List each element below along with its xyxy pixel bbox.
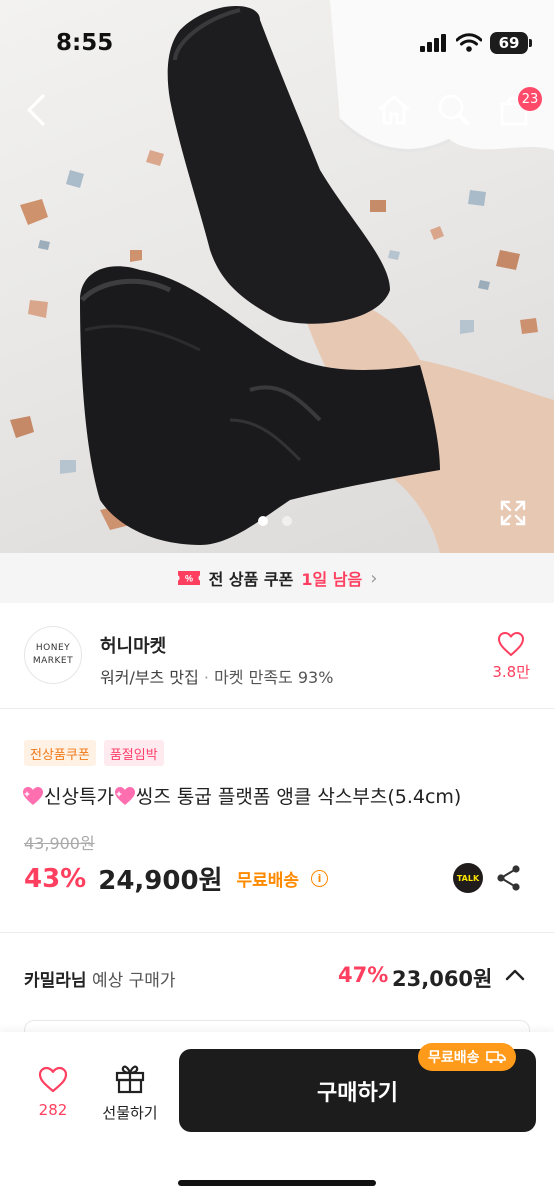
product-badges: 전상품쿠폰 품절임박: [24, 740, 164, 766]
home-indicator: [178, 1180, 376, 1186]
shop-info-row[interactable]: HONEY MARKET 허니마켓 워커/부츠 맛집 · 마켓 만족도 93% …: [0, 603, 554, 709]
info-icon[interactable]: i: [311, 870, 329, 887]
shop-satisfaction: 마켓 만족도 93%: [214, 668, 334, 687]
cart-count-badge: 23: [518, 87, 542, 111]
shop-category: 워커/부츠 맛집: [100, 668, 199, 687]
product-photo: [10, 0, 554, 553]
expected-discount: 47%: [338, 963, 389, 987]
shop-description: 워커/부츠 맛집 · 마켓 만족도 93%: [100, 664, 333, 688]
gift-button[interactable]: 선물하기: [96, 1064, 164, 1123]
coupon-remaining: 1일 남음: [301, 570, 363, 589]
shop-logo-line2: MARKET: [32, 656, 74, 666]
discount-rate: 43%: [24, 863, 87, 894]
battery-indicator: 69: [490, 32, 532, 54]
badge-low-stock: 품절임박: [103, 740, 164, 766]
product-title-part1: 신상특가: [44, 786, 114, 808]
pagination-dot: [282, 516, 292, 526]
favorite-shop-button[interactable]: 3.8만: [492, 631, 530, 682]
badge-coupon: 전상품쿠폰: [24, 740, 96, 766]
share-button[interactable]: [496, 864, 522, 896]
status-icons: 69: [420, 32, 532, 54]
product-title: 신상특가 씽즈 통굽 플랫폼 앵클 삭스부츠(5.4cm): [22, 782, 461, 809]
price-row: 43% 24,900원 무료배송 i: [24, 860, 329, 897]
gift-label: 선물하기: [102, 1104, 158, 1122]
ship-tag-label: 무료배송: [428, 1050, 480, 1066]
product-title-part2: 씽즈 통굽 플랫폼 앵클 삭스부츠(5.4cm): [135, 786, 462, 808]
home-icon: [378, 95, 410, 125]
search-button[interactable]: [434, 90, 474, 130]
coupon-text: 전 상품 쿠폰: [208, 570, 294, 589]
heart-outline-icon: [498, 632, 525, 656]
shop-logo-line1: HONEY: [35, 643, 71, 653]
signal-icon: [420, 34, 446, 52]
sale-price: 24,900원: [98, 866, 223, 896]
gallery-pagination: [258, 516, 292, 526]
product-image-gallery[interactable]: 8:55 69 23: [0, 0, 554, 553]
chevron-up-icon: [505, 969, 525, 981]
user-name: 카밀라님: [24, 971, 87, 991]
share-icon: [497, 865, 520, 891]
wifi-icon: [456, 33, 482, 52]
bottom-action-bar: 282 선물하기 구매하기 무료배송: [0, 1032, 554, 1200]
coupon-icon: %: [177, 571, 200, 585]
expand-icon: [500, 500, 526, 526]
chevron-left-icon: [27, 94, 45, 126]
expected-label-text: 예상 구매가: [91, 971, 176, 991]
back-button[interactable]: [18, 90, 54, 130]
search-icon: [438, 94, 470, 126]
fullscreen-button[interactable]: [496, 496, 530, 530]
svg-text:%: %: [185, 574, 193, 584]
sparkling-heart-icon: [114, 787, 135, 805]
original-price: 43,900원: [24, 834, 95, 853]
coupon-banner[interactable]: % 전 상품 쿠폰 1일 남음 ›: [0, 553, 554, 603]
gift-icon: [115, 1065, 145, 1094]
truck-icon: [485, 1051, 506, 1064]
chevron-right-icon: ›: [370, 567, 378, 589]
shop-desc-separator: ·: [203, 668, 209, 687]
status-time: 8:55: [56, 30, 114, 56]
kakao-talk-button[interactable]: TALK: [453, 863, 483, 893]
collapse-button[interactable]: [504, 964, 526, 990]
pagination-dot-active: [258, 516, 268, 526]
shop-name[interactable]: 허니마켓: [100, 632, 166, 658]
home-button[interactable]: [374, 90, 414, 130]
expected-price-row[interactable]: 카밀라님 예상 구매가 47% 23,060원: [0, 950, 554, 1010]
like-button[interactable]: 282: [30, 1066, 76, 1119]
expected-price-label: 카밀라님 예상 구매가: [24, 966, 176, 991]
status-bar: 8:55 69: [0, 0, 554, 80]
expected-price: 23,060원: [392, 967, 493, 991]
free-shipping-label: 무료배송: [236, 871, 300, 891]
shop-like-count: 3.8만: [492, 663, 530, 681]
section-divider: [0, 932, 554, 933]
free-shipping-tag: 무료배송: [418, 1043, 516, 1071]
shop-logo[interactable]: HONEY MARKET: [24, 626, 82, 684]
like-count: 282: [38, 1101, 68, 1119]
sparkling-heart-icon: [23, 787, 43, 805]
heart-outline-icon: [38, 1066, 68, 1093]
